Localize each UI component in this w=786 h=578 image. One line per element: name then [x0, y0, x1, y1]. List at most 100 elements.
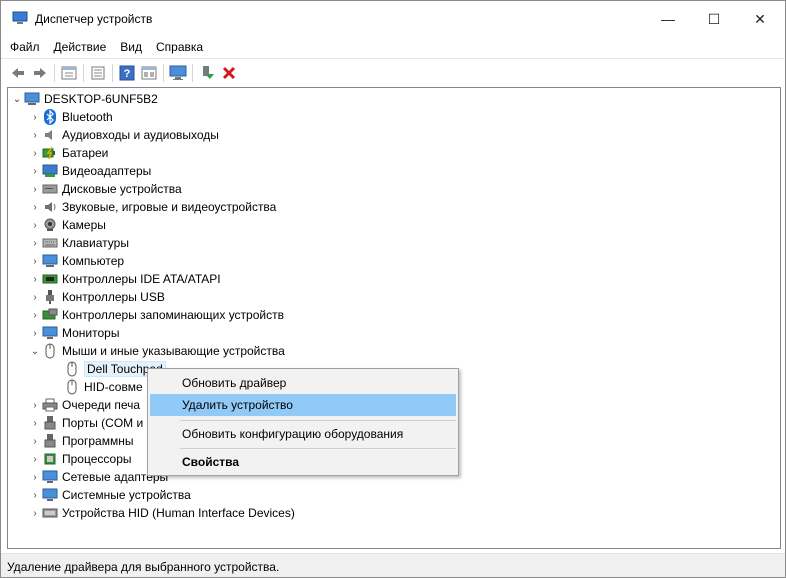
tree-item-sound[interactable]: › Звуковые, игровые и видеоустройства	[28, 198, 276, 216]
tree-item-label: Мыши и иные указывающие устройства	[62, 344, 285, 358]
tree-item-storage-controllers[interactable]: › Контроллеры запоминающих устройств	[28, 306, 284, 324]
title-bar[interactable]: Диспетчер устройств — ☐ ✕	[1, 1, 785, 37]
view-icon[interactable]	[87, 62, 109, 84]
tree-item-disk-drives[interactable]: › Дисковые устройства	[28, 180, 182, 198]
tree-item-audio[interactable]: › Аудиовходы и аудиовыходы	[28, 126, 219, 144]
ide-icon	[42, 271, 58, 287]
software-icon	[42, 433, 58, 449]
tree-item-ports[interactable]: › Порты (COM и	[28, 414, 143, 432]
chevron-right-icon[interactable]: ›	[28, 126, 42, 144]
mouse-icon	[64, 379, 80, 395]
chevron-right-icon[interactable]: ›	[28, 252, 42, 270]
computer-icon	[42, 253, 58, 269]
toolbar-divider	[83, 63, 84, 82]
minimize-button[interactable]: —	[645, 1, 691, 37]
properties-icon[interactable]	[58, 62, 80, 84]
menu-view[interactable]: Вид	[113, 37, 149, 57]
chevron-right-icon[interactable]: ›	[28, 486, 42, 504]
tree-item-mice[interactable]: ⌄ Мыши и иные указывающие устройства	[28, 342, 285, 360]
chevron-right-icon[interactable]: ›	[28, 234, 42, 252]
window-title: Диспетчер устройств	[35, 12, 153, 26]
tree-item-cameras[interactable]: › Камеры	[28, 216, 106, 234]
chevron-right-icon[interactable]: ›	[28, 216, 42, 234]
tree-item-batteries[interactable]: › Батареи	[28, 144, 108, 162]
system-icon	[42, 487, 58, 503]
toolbar-divider	[163, 63, 164, 82]
menu-help[interactable]: Справка	[149, 37, 210, 57]
chevron-right-icon[interactable]: ›	[28, 432, 42, 450]
device-tree: ⌄ DESKTOP-6UNF5B2 › Bluetooth › Аудиовхо…	[7, 87, 781, 549]
tree-item-computer[interactable]: › Компьютер	[28, 252, 124, 270]
tree-root[interactable]: ⌄ DESKTOP-6UNF5B2	[10, 90, 158, 108]
help-icon[interactable]: ?	[116, 62, 138, 84]
battery-icon	[42, 145, 58, 161]
chevron-right-icon[interactable]: ›	[28, 198, 42, 216]
chevron-right-icon[interactable]: ›	[28, 108, 42, 126]
tree-item-processors[interactable]: › Процессоры	[28, 450, 131, 468]
storage-icon	[42, 307, 58, 323]
tree-item-keyboards[interactable]: › Клавиатуры	[28, 234, 129, 252]
chevron-right-icon[interactable]: ›	[28, 270, 42, 288]
tree-item-display-adapters[interactable]: › Видеоадаптеры	[28, 162, 151, 180]
tree-item-label: Очереди печа	[62, 398, 141, 412]
back-icon[interactable]	[7, 62, 29, 84]
chevron-right-icon[interactable]: ›	[28, 288, 42, 306]
toolbar: ?	[1, 58, 785, 86]
port-icon	[42, 415, 58, 431]
tree-item-label: Контроллеры IDE ATA/ATAPI	[62, 272, 221, 286]
maximize-button[interactable]: ☐	[691, 1, 737, 37]
list-icon[interactable]	[138, 62, 160, 84]
tree-item-monitors[interactable]: › Мониторы	[28, 324, 119, 342]
chevron-right-icon[interactable]: ›	[28, 324, 42, 342]
tree-item-hid[interactable]: › Устройства HID (Human Interface Device…	[28, 504, 295, 522]
chevron-down-icon[interactable]: ⌄	[10, 90, 24, 108]
chevron-down-icon[interactable]: ⌄	[28, 342, 42, 360]
context-menu: Обновить драйвер Удалить устройство Обно…	[147, 368, 459, 476]
enable-driver-icon[interactable]	[196, 62, 218, 84]
tree-item-system-devices[interactable]: › Системные устройства	[28, 486, 190, 504]
chevron-right-icon[interactable]: ›	[28, 450, 42, 468]
speaker-icon	[42, 127, 58, 143]
svg-text:?: ?	[124, 68, 131, 80]
tree-item-print-queues[interactable]: › Очереди печа	[28, 396, 140, 414]
tree-root-label: DESKTOP-6UNF5B2	[44, 92, 158, 106]
tree-item-label: Порты (COM и	[62, 416, 144, 430]
tree-item-usb[interactable]: › Контроллеры USB	[28, 288, 165, 306]
chevron-right-icon[interactable]: ›	[28, 396, 42, 414]
tree-item-label: Компьютер	[62, 254, 125, 268]
tree-item-label: Дисковые устройства	[62, 182, 182, 196]
chevron-right-icon[interactable]: ›	[28, 306, 42, 324]
display-adapter-icon	[42, 163, 58, 179]
cpu-icon	[42, 451, 58, 467]
network-icon	[42, 469, 58, 485]
uninstall-icon[interactable]	[218, 62, 240, 84]
disk-icon	[42, 181, 58, 197]
tree-item-label: Камеры	[62, 218, 106, 232]
properties-menu-item[interactable]: Свойства	[150, 451, 456, 473]
menu-bar: Файл Действие Вид Справка	[1, 37, 785, 57]
chevron-right-icon[interactable]: ›	[28, 180, 42, 198]
chevron-right-icon[interactable]: ›	[28, 162, 42, 180]
uninstall-device-menu-item[interactable]: Удалить устройство	[150, 394, 456, 416]
tree-item-hid-mouse[interactable]: HID-совме	[64, 378, 143, 396]
monitor-icon[interactable]	[167, 62, 189, 84]
chevron-right-icon[interactable]: ›	[28, 414, 42, 432]
tree-item-label: Аудиовходы и аудиовыходы	[62, 128, 219, 142]
tree-item-label: Клавиатуры	[62, 236, 129, 250]
menu-file[interactable]: Файл	[1, 37, 47, 57]
tree-item-bluetooth[interactable]: › Bluetooth	[28, 108, 113, 126]
sound-icon	[42, 199, 58, 215]
tree-item-ide[interactable]: › Контроллеры IDE ATA/ATAPI	[28, 270, 221, 288]
chevron-right-icon[interactable]: ›	[28, 468, 42, 486]
tree-item-software[interactable]: › Программны	[28, 432, 133, 450]
update-driver-menu-item[interactable]: Обновить драйвер	[150, 372, 456, 394]
monitor-icon	[42, 325, 58, 341]
hid-icon	[42, 505, 58, 521]
scan-hardware-menu-item[interactable]: Обновить конфигурацию оборудования	[150, 423, 456, 445]
menu-action[interactable]: Действие	[47, 37, 114, 57]
forward-icon[interactable]	[29, 62, 51, 84]
close-button[interactable]: ✕	[737, 1, 783, 37]
chevron-right-icon[interactable]: ›	[28, 144, 42, 162]
chevron-right-icon[interactable]: ›	[28, 504, 42, 522]
usb-icon	[42, 289, 58, 305]
